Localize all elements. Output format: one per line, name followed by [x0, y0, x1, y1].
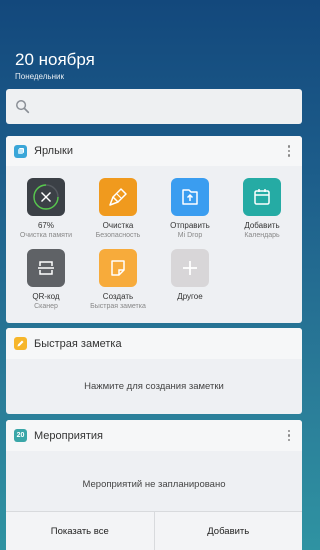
add-event-button[interactable]: Добавить: [153, 512, 303, 550]
calendar-icon: [243, 178, 281, 216]
shortcut-other[interactable]: Другое: [153, 249, 227, 302]
shortcut-sublabel: Сканер: [34, 303, 58, 310]
show-all-button[interactable]: Показать все: [6, 512, 154, 550]
shortcuts-icon: [14, 144, 27, 158]
quick-note-card[interactable]: Быстрая заметка Нажмите для создания зам…: [6, 328, 302, 414]
shortcuts-title: Ярлыки: [34, 145, 73, 157]
shortcut-sublabel: Календарь: [244, 232, 280, 239]
shortcut-label: Добавить: [244, 221, 280, 230]
broom-icon: [99, 178, 137, 216]
calendar-day-icon: 20: [14, 429, 27, 442]
weekday-label: Понедельник: [15, 72, 64, 81]
shortcut-quick-note[interactable]: Создать Быстрая заметка: [81, 249, 155, 312]
upload-icon: [171, 178, 209, 216]
shortcut-label: QR-код: [32, 292, 60, 301]
shortcut-qr-scanner[interactable]: QR-код Сканер: [9, 249, 83, 312]
shortcut-sublabel: Mi Drop: [177, 232, 203, 239]
shortcuts-card: Ярлыки 67% Очистка памяти Очистка Безопа…: [6, 136, 302, 323]
shortcut-sublabel: Очистка памяти: [19, 232, 73, 239]
more-options-icon[interactable]: [284, 145, 294, 157]
shortcut-cleaner[interactable]: Очистка Безопасность: [81, 178, 155, 241]
shortcuts-grid: 67% Очистка памяти Очистка Безопасность: [6, 166, 302, 323]
more-options-icon[interactable]: [284, 429, 294, 442]
search-bar[interactable]: [6, 89, 302, 124]
pencil-icon: [14, 337, 27, 350]
quick-note-header: Быстрая заметка: [6, 328, 302, 359]
shortcut-sublabel: Безопасность: [95, 232, 141, 239]
shortcut-calendar[interactable]: Добавить Календарь: [225, 178, 299, 241]
events-actions: Показать все Добавить: [6, 511, 302, 550]
shortcuts-header: Ярлыки: [6, 136, 302, 166]
note-icon: [99, 249, 137, 287]
shortcut-label: Создать: [102, 292, 134, 301]
shortcut-label: 67%: [37, 221, 54, 230]
events-empty-text: Мероприятий не запланировано: [82, 479, 226, 490]
events-header: 20 Мероприятия: [6, 420, 302, 451]
quick-note-hint[interactable]: Нажмите для создания заметки: [6, 381, 302, 392]
quick-note-title: Быстрая заметка: [34, 337, 122, 350]
shortcut-sublabel: Быстрая заметка: [90, 303, 146, 310]
shortcut-label: Отправить: [170, 221, 210, 230]
date-header: 20 ноября Понедельник: [15, 50, 95, 81]
shortcut-label: Очистка: [102, 221, 134, 230]
events-title: Мероприятия: [34, 429, 103, 442]
events-card: 20 Мероприятия Мероприятий не запланиров…: [6, 420, 302, 550]
shortcut-label: Другое: [177, 292, 203, 301]
date-label: 20 ноября: [15, 50, 95, 69]
memory-clean-icon: [27, 178, 65, 216]
shortcut-memory-clean[interactable]: 67% Очистка памяти: [9, 178, 83, 241]
shortcut-mi-drop[interactable]: Отправить Mi Drop: [153, 178, 227, 241]
plus-icon: [171, 249, 209, 287]
scanner-icon: [27, 249, 65, 287]
search-icon: [16, 100, 30, 114]
